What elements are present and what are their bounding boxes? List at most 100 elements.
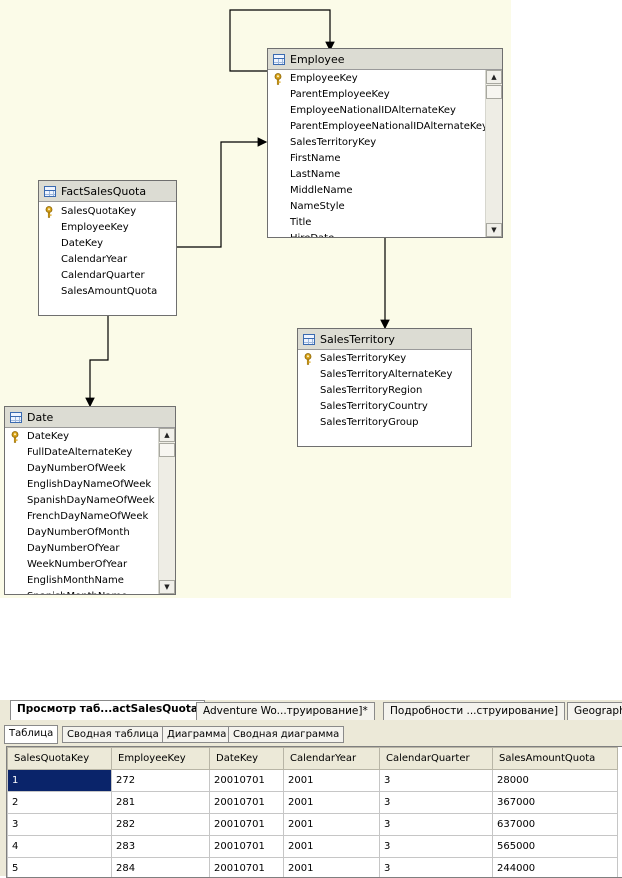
tab-pivot-table[interactable]: Сводная таблица	[62, 726, 164, 743]
column-item[interactable]: HireDate	[268, 231, 502, 237]
grid-cell[interactable]: 284	[112, 858, 210, 878]
column-item[interactable]: WeekNumberOfYear	[5, 557, 175, 573]
scroll-down-icon[interactable]: ▼	[486, 223, 502, 237]
grid-cell[interactable]: 565000	[493, 836, 618, 858]
table-employee-header[interactable]: Employee	[268, 49, 502, 70]
grid-cell[interactable]: 2001	[284, 836, 380, 858]
tab-geography[interactable]: Geograph	[567, 702, 622, 721]
tab-chart[interactable]: Диаграмма	[162, 726, 231, 743]
grid-cell[interactable]: 2	[8, 792, 112, 814]
column-item[interactable]: EmployeeKey	[268, 71, 502, 87]
column-item[interactable]: SalesTerritoryCountry	[298, 399, 471, 415]
grid-cell[interactable]: 3	[380, 836, 493, 858]
table-row[interactable]: 42832001070120013565000	[8, 836, 618, 858]
column-item[interactable]: CalendarYear	[39, 252, 176, 268]
grid-cell[interactable]: 272	[112, 770, 210, 792]
column-item[interactable]: ParentEmployeeKey	[268, 87, 502, 103]
column-item[interactable]: DateKey	[5, 429, 175, 445]
grid-cell[interactable]: 28000	[493, 770, 618, 792]
grid-cell[interactable]: 3	[380, 770, 493, 792]
column-item[interactable]: FullDateAlternateKey	[5, 445, 175, 461]
table-factsalesquota-header[interactable]: FactSalesQuota	[39, 181, 176, 202]
column-item[interactable]: NameStyle	[268, 199, 502, 215]
tab-adventure-works[interactable]: Adventure Wo...труирование]*	[196, 702, 375, 721]
tab-query-view[interactable]: Просмотр таб...actSalesQuota	[10, 700, 205, 722]
table-factsalesquota[interactable]: FactSalesQuota SalesQuotaKeyEmployeeKeyD…	[38, 180, 177, 316]
grid-cell[interactable]: 282	[112, 814, 210, 836]
grid-cell[interactable]: 20010701	[210, 814, 284, 836]
grid-cell[interactable]: 2001	[284, 792, 380, 814]
scroll-up-icon[interactable]: ▲	[486, 70, 502, 84]
tab-table[interactable]: Таблица	[4, 725, 58, 744]
column-item[interactable]: EnglishDayNameOfWeek	[5, 477, 175, 493]
grid-cell[interactable]: 20010701	[210, 836, 284, 858]
table-salesterritory[interactable]: SalesTerritory SalesTerritoryKeySalesTer…	[297, 328, 472, 447]
grid-cell[interactable]: 3	[380, 858, 493, 878]
grid-cell[interactable]: 3	[8, 814, 112, 836]
column-item[interactable]: EnglishMonthName	[5, 573, 175, 589]
grid-header-calendarquarter[interactable]: CalendarQuarter	[380, 748, 493, 770]
scrollbar[interactable]: ▲ ▼	[158, 428, 175, 594]
grid-cell[interactable]: 2001	[284, 858, 380, 878]
grid-cell[interactable]: 3	[380, 792, 493, 814]
grid-cell[interactable]: 283	[112, 836, 210, 858]
column-item[interactable]: DayNumberOfMonth	[5, 525, 175, 541]
scroll-down-icon[interactable]: ▼	[159, 580, 175, 594]
column-item[interactable]: DateKey	[39, 236, 176, 252]
column-item[interactable]: SalesTerritoryKey	[298, 351, 471, 367]
tab-details[interactable]: Подробности ...струирование]	[383, 702, 565, 721]
column-item[interactable]: FrenchDayNameOfWeek	[5, 509, 175, 525]
column-item[interactable]: EmployeeNationalIDAlternateKey	[268, 103, 502, 119]
column-item[interactable]: FirstName	[268, 151, 502, 167]
diagram-canvas[interactable]: Employee EmployeeKeyParentEmployeeKeyEmp…	[0, 0, 511, 598]
table-date-header[interactable]: Date	[5, 407, 175, 428]
column-item[interactable]: EmployeeKey	[39, 220, 176, 236]
grid-cell[interactable]: 637000	[493, 814, 618, 836]
column-item[interactable]: DayNumberOfYear	[5, 541, 175, 557]
column-item[interactable]: SalesTerritoryRegion	[298, 383, 471, 399]
grid-header-salesamountquota[interactable]: SalesAmountQuota	[493, 748, 618, 770]
table-date[interactable]: Date DateKeyFullDateAlternateKeyDayNumbe…	[4, 406, 176, 595]
column-item[interactable]: LastName	[268, 167, 502, 183]
grid-cell[interactable]: 2001	[284, 770, 380, 792]
grid-cell[interactable]: 1	[8, 770, 112, 792]
table-row[interactable]: 1272200107012001328000	[8, 770, 618, 792]
grid-cell[interactable]: 281	[112, 792, 210, 814]
column-item[interactable]: SalesAmountQuota	[39, 284, 176, 300]
tab-pivot-chart[interactable]: Сводная диаграмма	[228, 726, 344, 743]
column-item[interactable]: Title	[268, 215, 502, 231]
scroll-up-icon[interactable]: ▲	[159, 428, 175, 442]
column-item[interactable]: MiddleName	[268, 183, 502, 199]
grid-cell[interactable]: 20010701	[210, 792, 284, 814]
column-item[interactable]: SalesQuotaKey	[39, 204, 176, 220]
column-item[interactable]: CalendarQuarter	[39, 268, 176, 284]
scrollbar[interactable]: ▲ ▼	[485, 70, 502, 237]
grid-header-salesquotakey[interactable]: SalesQuotaKey	[8, 748, 112, 770]
grid-cell[interactable]: 20010701	[210, 770, 284, 792]
column-item[interactable]: SalesTerritoryKey	[268, 135, 502, 151]
column-item[interactable]: ParentEmployeeNationalIDAlternateKey	[268, 119, 502, 135]
column-item[interactable]: SalesTerritoryGroup	[298, 415, 471, 431]
grid-cell[interactable]: 367000	[493, 792, 618, 814]
table-row[interactable]: 22812001070120013367000	[8, 792, 618, 814]
grid-header-datekey[interactable]: DateKey	[210, 748, 284, 770]
column-item[interactable]: SpanishMonthName	[5, 589, 175, 594]
table-row[interactable]: 52842001070120013244000	[8, 858, 618, 878]
scroll-thumb[interactable]	[159, 443, 175, 457]
grid-cell[interactable]: 20010701	[210, 858, 284, 878]
column-item[interactable]: SpanishDayNameOfWeek	[5, 493, 175, 509]
data-grid[interactable]: SalesQuotaKey EmployeeKey DateKey Calend…	[6, 746, 622, 878]
column-item[interactable]: DayNumberOfWeek	[5, 461, 175, 477]
table-employee[interactable]: Employee EmployeeKeyParentEmployeeKeyEmp…	[267, 48, 503, 238]
table-row[interactable]: 32822001070120013637000	[8, 814, 618, 836]
grid-cell[interactable]: 4	[8, 836, 112, 858]
grid-header-employeekey[interactable]: EmployeeKey	[112, 748, 210, 770]
column-item[interactable]: SalesTerritoryAlternateKey	[298, 367, 471, 383]
grid-header-calendaryear[interactable]: CalendarYear	[284, 748, 380, 770]
grid-cell[interactable]: 3	[380, 814, 493, 836]
grid-cell[interactable]: 2001	[284, 814, 380, 836]
grid-cell[interactable]: 244000	[493, 858, 618, 878]
grid-cell[interactable]: 5	[8, 858, 112, 878]
table-salesterritory-header[interactable]: SalesTerritory	[298, 329, 471, 350]
scroll-thumb[interactable]	[486, 85, 502, 99]
